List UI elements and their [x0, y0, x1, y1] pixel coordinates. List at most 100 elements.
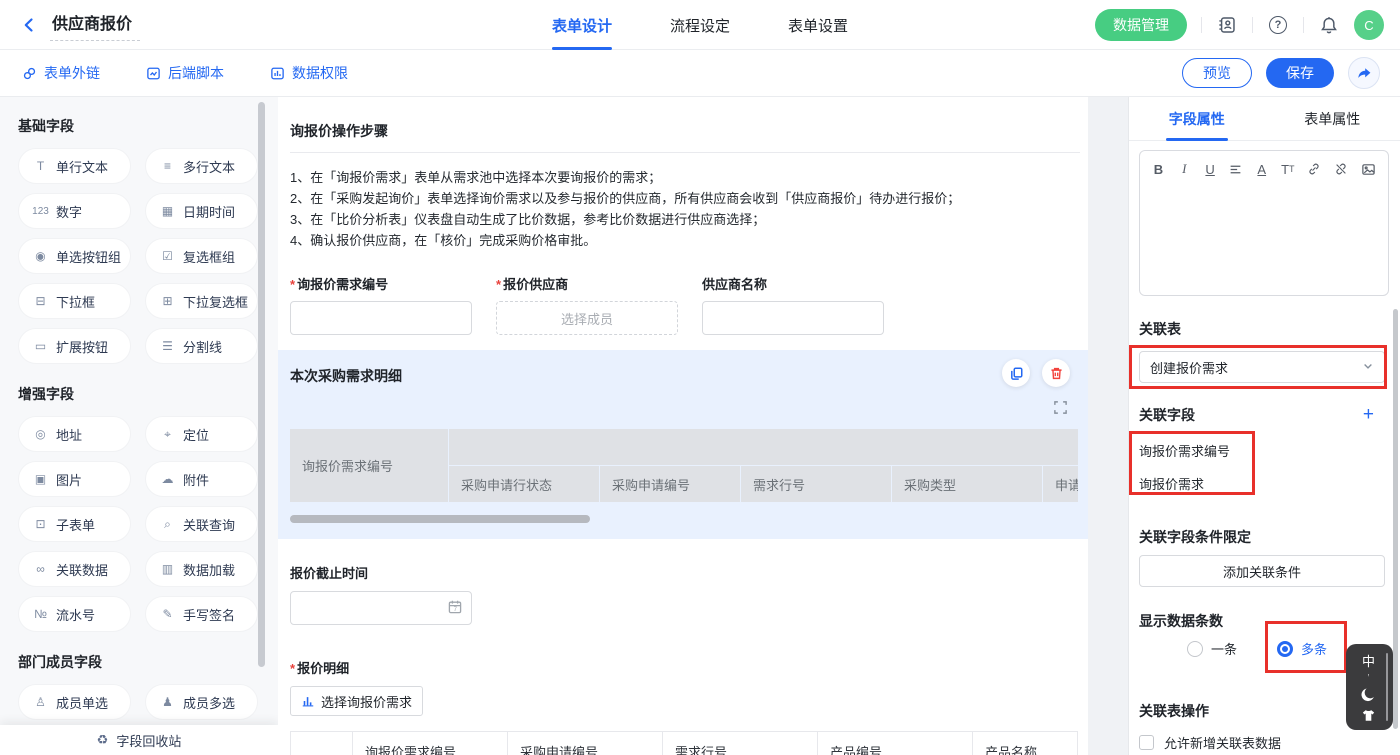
steps-title[interactable]: 询报价操作步骤	[290, 121, 1080, 141]
deadline-date-input[interactable]	[290, 591, 472, 625]
bar-chart-icon	[301, 694, 315, 708]
tab-form-properties[interactable]: 表单属性	[1265, 97, 1400, 140]
field-pill-dropdown[interactable]: ⊟下拉框	[18, 283, 131, 319]
tab-form-design[interactable]: 表单设计	[552, 0, 612, 50]
back-button[interactable]	[18, 14, 40, 36]
dark-mode-moon-icon[interactable]	[1360, 686, 1377, 703]
remove-link-button[interactable]	[1334, 162, 1348, 176]
required-asterisk: *	[290, 277, 295, 292]
script-icon	[146, 66, 161, 81]
subform-column: 需求行号	[741, 466, 891, 502]
field-pill-checkbox-group[interactable]: ☑复选框组	[145, 238, 258, 274]
field-pill-serial-number[interactable]: №流水号	[18, 596, 131, 632]
field-pill-radio-group[interactable]: ◉单选按钮组	[18, 238, 131, 274]
field-pill-data-load[interactable]: ▥数据加载	[145, 551, 258, 587]
radio-option-multiple[interactable]: 多条	[1277, 639, 1327, 658]
radio-option-single[interactable]: 一条	[1187, 639, 1237, 658]
field-pill-extend-button[interactable]: ▭扩展按钮	[18, 328, 131, 364]
quote-detail-label[interactable]: *报价明细	[290, 658, 1080, 677]
contacts-button[interactable]	[1216, 14, 1238, 36]
step-line: 1、在「询报价需求」表单从需求池中选择本次要询报价的需求；	[290, 167, 1080, 188]
related-table-select[interactable]: 创建报价需求	[1139, 351, 1385, 383]
field-pill-attachment[interactable]: ☁附件	[145, 461, 258, 497]
steps-text[interactable]: 1、在「询报价需求」表单从需求池中选择本次要询报价的需求； 2、在「采购发起询价…	[290, 167, 1080, 251]
field-pill-subform[interactable]: ⊡子表单	[18, 506, 131, 542]
field-pill-location[interactable]: ⌖定位	[145, 416, 258, 452]
external-link-button[interactable]: 表单外链	[22, 63, 100, 83]
trash-icon	[1049, 366, 1064, 381]
toggle-mark-icon: ʼ	[1368, 675, 1370, 681]
rich-text-content[interactable]	[1140, 187, 1388, 295]
font-color-button[interactable]: A	[1255, 162, 1268, 177]
backend-script-button[interactable]: 后端脚本	[146, 63, 224, 83]
share-button[interactable]	[1348, 57, 1380, 89]
sidebar-scrollbar[interactable]	[258, 102, 265, 667]
field-pill-member-single[interactable]: ♙成员单选	[18, 684, 131, 720]
expand-button[interactable]	[1053, 400, 1068, 420]
tab-form-settings[interactable]: 表单设置	[788, 0, 848, 50]
add-related-field-button[interactable]: +	[1363, 405, 1374, 424]
form-title[interactable]: 供应商报价	[50, 8, 140, 41]
field-pill-related-data[interactable]: ∞关联数据	[18, 551, 131, 587]
widget-slider[interactable]	[1386, 653, 1388, 721]
insert-image-button[interactable]	[1361, 162, 1376, 177]
serial-icon: №	[32, 607, 49, 621]
target-icon: ⌖	[159, 427, 176, 442]
save-button[interactable]: 保存	[1266, 58, 1334, 88]
field-pill-signature[interactable]: ✎手写签名	[145, 596, 258, 632]
insert-link-button[interactable]	[1307, 162, 1321, 176]
person-icon: ♙	[32, 695, 49, 709]
select-member-box[interactable]: 选择成员	[496, 301, 678, 335]
data-permission-icon	[270, 66, 285, 81]
data-manage-button[interactable]: 数据管理	[1095, 9, 1187, 41]
bold-button[interactable]: B	[1152, 162, 1165, 177]
tab-flow-settings[interactable]: 流程设定	[670, 0, 730, 50]
form-designer-window: 供应商报价 表单设计 流程设定 表单设置 数据管理 ?	[0, 0, 1400, 755]
select-inquiry-request-button[interactable]: 选择询报价需求	[290, 686, 423, 716]
align-button[interactable]	[1229, 163, 1242, 176]
notifications-button[interactable]	[1318, 14, 1340, 36]
field-supplier-name[interactable]: 供应商名称	[702, 274, 884, 335]
field-pill-divider[interactable]: ☰分割线	[145, 328, 258, 364]
related-field-item: 询报价需求	[1139, 474, 1204, 493]
field-pill-multi-dropdown[interactable]: ⊞下拉复选框	[145, 283, 258, 319]
field-pill-related-query[interactable]: ⌕关联查询	[145, 506, 258, 542]
supplier-name-input[interactable]	[702, 301, 884, 335]
data-permission-button[interactable]: 数据权限	[270, 63, 348, 83]
subform-horizontal-scrollbar[interactable]	[290, 515, 590, 523]
allow-add-related-data-option[interactable]: 允许新增关联表数据	[1139, 733, 1281, 752]
subform-purchase-detail[interactable]: 本次采购需求明细	[278, 350, 1088, 539]
condition-label: 关联字段条件限定	[1139, 527, 1251, 547]
help-button[interactable]: ?	[1267, 14, 1289, 36]
field-pill-address[interactable]: ◎地址	[18, 416, 131, 452]
field-pill-member-multi[interactable]: ♟成员多选	[145, 684, 258, 720]
tab-field-properties[interactable]: 字段属性	[1129, 97, 1265, 140]
field-pill-single-line-text[interactable]: T单行文本	[18, 148, 131, 184]
ime-language-indicator[interactable]: 中	[1362, 651, 1375, 670]
field-recycle-bin[interactable]: ♻ 字段回收站	[0, 725, 278, 755]
font-size-button[interactable]: TT	[1281, 162, 1294, 177]
field-request-number[interactable]: *询报价需求编号	[290, 274, 472, 335]
field-pill-image[interactable]: ▣图片	[18, 461, 131, 497]
request-number-input[interactable]	[290, 301, 472, 335]
section-title-member-fields: 部门成员字段	[18, 652, 258, 672]
field-quote-supplier[interactable]: *报价供应商 选择成员	[496, 274, 678, 335]
copy-field-button[interactable]	[1002, 359, 1030, 387]
delete-field-button[interactable]	[1042, 359, 1070, 387]
field-pill-number[interactable]: 123数字	[18, 193, 131, 229]
field-pill-datetime[interactable]: ▦日期时间	[145, 193, 258, 229]
panel-scrollbar[interactable]	[1393, 309, 1398, 729]
italic-button[interactable]: I	[1178, 161, 1191, 177]
field-description-editor[interactable]: B I U A TT	[1139, 150, 1389, 296]
deadline-field-label[interactable]: 报价截止时间	[290, 563, 1080, 582]
subform-column: 采购申请行状态	[449, 466, 599, 502]
underline-button[interactable]: U	[1204, 162, 1217, 177]
ime-extension-widget[interactable]: 中 ʼ	[1346, 644, 1393, 730]
preview-button[interactable]: 预览	[1182, 58, 1252, 88]
required-asterisk: *	[290, 661, 295, 676]
field-pill-multi-line-text[interactable]: ≡多行文本	[145, 148, 258, 184]
add-condition-button[interactable]: 添加关联条件	[1139, 555, 1385, 587]
theme-shirt-icon[interactable]	[1361, 708, 1376, 723]
avatar[interactable]: C	[1354, 10, 1384, 40]
deadline-date-field[interactable]: 7	[290, 591, 472, 625]
